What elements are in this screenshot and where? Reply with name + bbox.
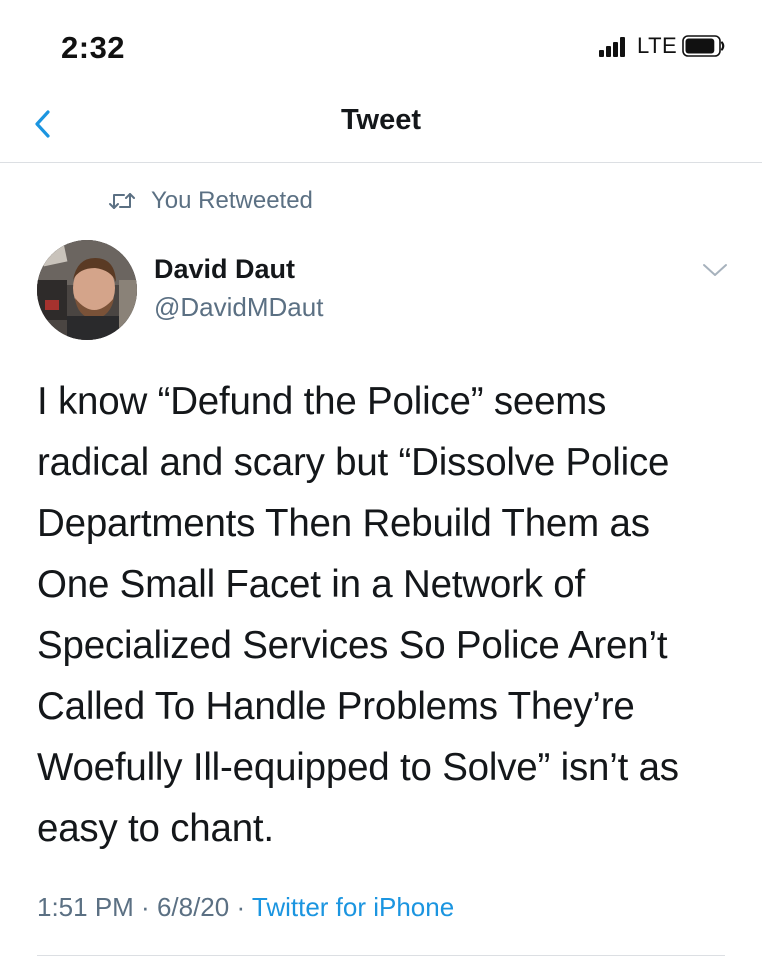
meta-separator: · [133,892,157,922]
battery-icon [682,35,725,57]
avatar[interactable] [37,240,137,340]
author-handle[interactable]: @DavidMDaut [154,292,323,323]
page-title: Tweet [340,104,422,136]
status-bar: 2:32 LTE [0,0,762,80]
retweet-icon [109,193,135,209]
tweet-date: 6/8/20 [156,892,230,922]
network-type: LTE [637,33,678,58]
tweet-source-link[interactable]: Twitter for iPhone [252,892,454,922]
tweet-meta: 1:51 PM · 6/8/20 · Twitter for iPhone [37,892,454,923]
status-time: 2:32 [61,30,126,65]
divider [37,955,725,956]
author-name[interactable]: David Daut [154,254,295,285]
retweet-context: You Retweeted [107,186,313,216]
navigation-header: Tweet [0,80,762,163]
tweet-time: 1:51 PM [37,892,134,922]
retweet-label: You Retweeted [151,187,313,214]
chevron-down-icon[interactable] [700,258,730,282]
meta-separator: · [229,892,252,922]
tweet-text: I know “Defund the Police” seems radical… [37,380,679,850]
signal-strength-icon [599,37,629,57]
